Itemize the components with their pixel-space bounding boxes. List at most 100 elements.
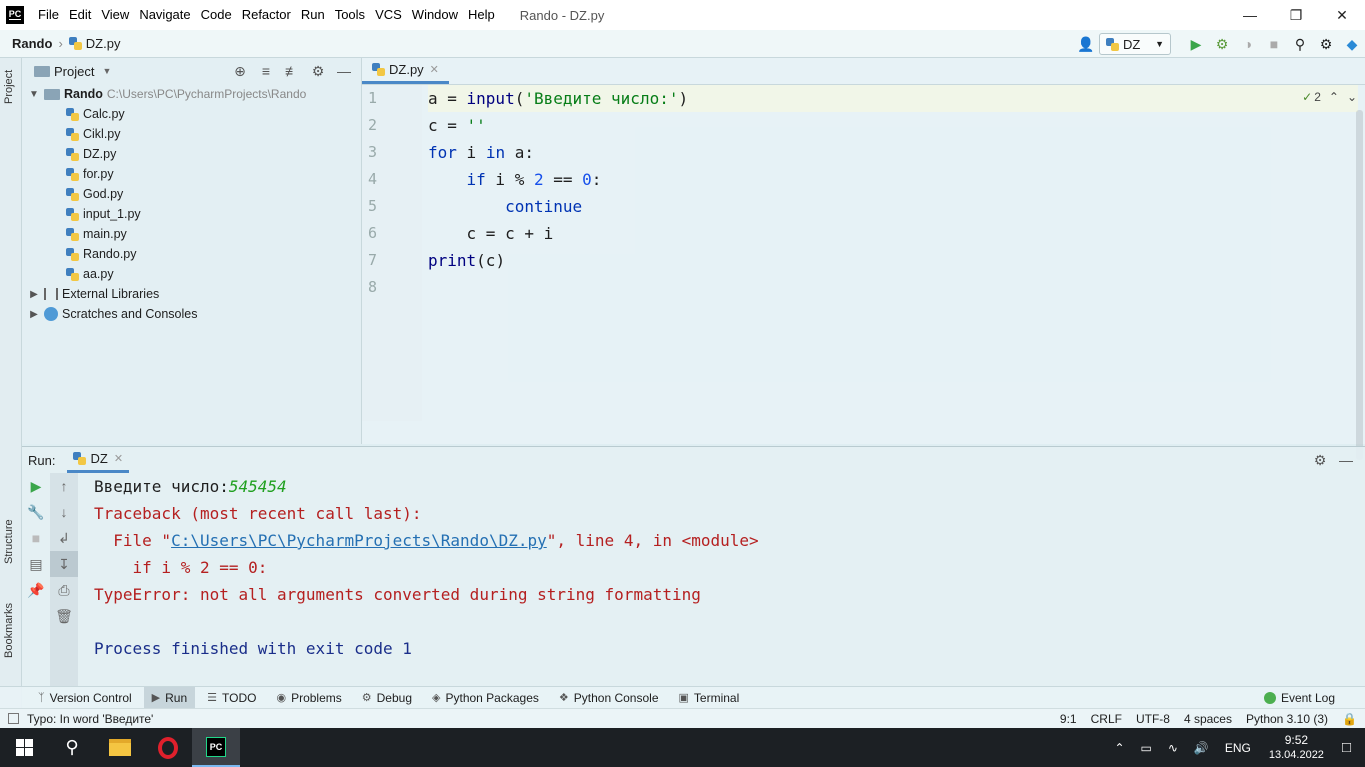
file-explorer-button[interactable] [96, 728, 144, 767]
stop-icon[interactable]: ■ [1261, 31, 1287, 57]
problems-tool[interactable]: ◉ Problems [268, 687, 349, 709]
collapse-arrow-icon[interactable]: ▶ [28, 289, 40, 300]
tree-file[interactable]: input_1.py [22, 204, 361, 224]
expand-arrow-icon[interactable]: ▼ [28, 89, 40, 100]
restore-layout-icon[interactable]: ▤ [22, 551, 50, 577]
close-tab-icon[interactable]: ✕ [114, 452, 123, 465]
tree-scratches[interactable]: ▶ Scratches and Consoles [22, 304, 361, 324]
collapse-arrow-icon[interactable]: ▶ [28, 309, 40, 320]
run-tab-dz[interactable]: DZ ✕ [67, 447, 130, 473]
status-message[interactable]: Typo: In word 'Введите' [8, 712, 153, 726]
run-tool[interactable]: ▶ Run [143, 686, 196, 709]
wifi-icon[interactable]: ∿ [1168, 741, 1178, 755]
tree-file[interactable]: Calc.py [22, 104, 361, 124]
lock-icon[interactable]: 🔒 [1342, 712, 1357, 726]
pin-icon[interactable]: 📌 [22, 577, 50, 603]
menu-navigate[interactable]: Navigate [134, 0, 195, 30]
tree-file[interactable]: Rando.py [22, 244, 361, 264]
search-icon[interactable]: ⚲ [1287, 31, 1313, 57]
minimize-button[interactable]: — [1227, 0, 1273, 30]
collapse-all-icon[interactable]: ≢ [279, 63, 305, 79]
python-interpreter[interactable]: Python 3.10 (3) [1246, 712, 1328, 726]
coverage-icon[interactable]: ◑ [1235, 31, 1261, 57]
tree-external-libraries[interactable]: ▶ External Libraries [22, 284, 361, 304]
chevron-down-icon[interactable]: ⌄ [1347, 90, 1357, 104]
expand-all-icon[interactable]: ≡ [253, 63, 279, 79]
soft-wrap-icon[interactable]: ↲ [50, 525, 78, 551]
search-icon[interactable]: ⚲ [48, 728, 96, 767]
chevron-down-icon[interactable]: ▼ [102, 66, 111, 76]
clock[interactable]: 9:52 13.04.2022 [1269, 733, 1324, 763]
arrow-up-icon[interactable]: ↑ [50, 473, 78, 499]
run-configuration-select[interactable]: DZ ▼ [1099, 33, 1171, 55]
volume-icon[interactable]: 🔊 [1194, 741, 1209, 755]
print-icon[interactable]: ⎙ [50, 577, 78, 603]
tree-file[interactable]: Cikl.py [22, 124, 361, 144]
menu-window[interactable]: Window [407, 0, 463, 30]
console-file-link[interactable]: C:\Users\PC\PycharmProjects\Rando\DZ.py [171, 531, 547, 550]
tree-file[interactable]: DZ.py [22, 144, 361, 164]
debug-icon[interactable]: ⚙ [1209, 31, 1235, 57]
breadcrumb-file[interactable]: DZ.py [86, 36, 121, 51]
start-button[interactable] [0, 728, 48, 767]
tree-file[interactable]: God.py [22, 184, 361, 204]
notifications-icon[interactable]: □ [1342, 739, 1351, 756]
stop-icon[interactable]: ■ [22, 525, 50, 551]
jetbrains-toolbox-icon[interactable]: ◆ [1339, 31, 1365, 57]
gear-icon[interactable]: ⚙ [1313, 31, 1339, 57]
scroll-to-end-icon[interactable]: ↧ [50, 551, 78, 577]
opera-button[interactable] [144, 728, 192, 767]
debug-tool[interactable]: ⚙ Debug [354, 687, 420, 709]
panel-gear-icon[interactable]: ⚙ [305, 63, 331, 80]
language-indicator[interactable]: ENG [1225, 741, 1251, 755]
project-tool-button[interactable]: Project [3, 70, 15, 104]
bookmarks-tool-button[interactable]: Bookmarks [3, 603, 15, 658]
trash-icon[interactable]: 🗑 [50, 603, 78, 629]
chevron-up-icon[interactable]: ⌃ [1329, 90, 1339, 104]
hide-panel-icon[interactable]: — [1333, 452, 1359, 468]
user-icon[interactable]: 👤 [1073, 31, 1099, 57]
edit-config-icon[interactable]: 🔧 [22, 499, 50, 525]
editor-tab-dz[interactable]: DZ.py ✕ [362, 58, 449, 84]
editor-scrollbar[interactable] [1356, 110, 1363, 460]
line-separator[interactable]: CRLF [1091, 712, 1122, 726]
tree-root[interactable]: ▼ Rando C:\Users\PC\PycharmProjects\Rand… [22, 84, 361, 104]
arrow-down-icon[interactable]: ↓ [50, 499, 78, 525]
indent-setting[interactable]: 4 spaces [1184, 712, 1232, 726]
menu-tools[interactable]: Tools [330, 0, 370, 30]
caret-position[interactable]: 9:1 [1060, 712, 1077, 726]
run-icon[interactable]: ▶ [1183, 31, 1209, 57]
menu-view[interactable]: View [96, 0, 134, 30]
code-editor[interactable]: DZ.py ✕ 1 2 3 4 5 6 7 8 a = input('Введи… [362, 58, 1365, 460]
tree-file[interactable]: for.py [22, 164, 361, 184]
menu-vcs[interactable]: VCS [370, 0, 407, 30]
menu-code[interactable]: Code [196, 0, 237, 30]
close-window-button[interactable]: ✕ [1319, 0, 1365, 30]
battery-icon[interactable]: ▭ [1141, 741, 1152, 755]
menu-file[interactable]: File [33, 0, 64, 30]
rerun-icon[interactable]: ▶ [22, 473, 50, 499]
pycharm-taskbar-button[interactable]: PC [192, 728, 240, 767]
menu-edit[interactable]: Edit [64, 0, 96, 30]
version-control-tool[interactable]: ᛉ Version Control [30, 687, 140, 709]
python-packages-tool[interactable]: ◈ Python Packages [424, 687, 547, 709]
event-log-tool[interactable]: Event Log [1263, 691, 1335, 705]
menu-help[interactable]: Help [463, 0, 500, 30]
restore-button[interactable]: ❐ [1273, 0, 1319, 30]
hide-panel-icon[interactable]: — [331, 63, 357, 79]
project-panel-title[interactable]: Project [54, 64, 94, 79]
file-encoding[interactable]: UTF-8 [1136, 712, 1170, 726]
locate-file-icon[interactable]: ⊕ [227, 63, 253, 80]
python-console-tool[interactable]: ❖ Python Console [551, 687, 667, 709]
menu-refactor[interactable]: Refactor [237, 0, 296, 30]
todo-tool[interactable]: ☰ TODO [199, 687, 264, 709]
structure-tool-button[interactable]: Structure [3, 519, 15, 564]
menu-run[interactable]: Run [296, 0, 330, 30]
close-tab-icon[interactable]: ✕ [430, 63, 439, 76]
breadcrumb-project[interactable]: Rando [12, 36, 52, 51]
inspection-widget[interactable]: ✓ 2 ⌃ ⌄ [1302, 90, 1357, 104]
code-area[interactable]: a = input('Введите число:') c = '' for i… [428, 85, 1358, 301]
run-gear-icon[interactable]: ⚙ [1307, 452, 1333, 469]
tree-file[interactable]: aa.py [22, 264, 361, 284]
chevron-up-icon[interactable]: ⌃ [1114, 741, 1124, 755]
